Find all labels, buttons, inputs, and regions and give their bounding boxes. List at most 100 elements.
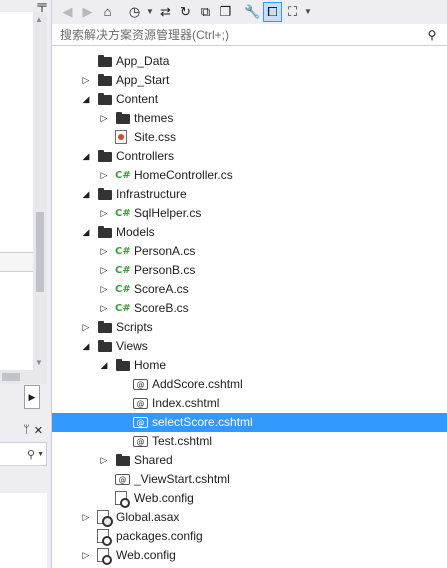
forward-icon[interactable]: ▶ <box>78 2 97 22</box>
pin-icon[interactable]: ᛘ <box>23 424 30 436</box>
collapsed-arrow-icon[interactable]: ▷ <box>98 261 110 280</box>
tree-item-label: SqlHelper.cs <box>134 206 202 220</box>
tree-item[interactable]: Site.css <box>52 128 447 147</box>
chevron-down-icon[interactable]: ▼ <box>37 451 44 458</box>
config-file-icon <box>97 529 112 546</box>
vertical-scrollbar[interactable]: ▲ ▼ <box>33 12 47 370</box>
collapsed-arrow-icon[interactable]: ▷ <box>80 318 92 337</box>
toolbar-separator <box>236 2 242 22</box>
expanded-arrow-icon[interactable]: ◢ <box>80 185 92 204</box>
folder-icon <box>115 111 131 126</box>
tree-item[interactable]: App_Data <box>52 52 447 71</box>
tree-item[interactable]: ◢ Infrastructure <box>52 185 447 204</box>
expanded-arrow-icon[interactable]: ◢ <box>98 356 110 375</box>
collapsed-arrow-icon[interactable]: ▷ <box>98 242 110 261</box>
tree-item[interactable]: @ selectScore.cshtml <box>52 413 447 432</box>
class-diagram-icon[interactable]: ⛶ <box>283 2 302 22</box>
solution-search-bar[interactable]: 搜索解决方案资源管理器(Ctrl+;) ⚲ <box>52 24 447 46</box>
collapsed-arrow-icon[interactable]: ▷ <box>98 280 110 299</box>
scrollbar-thumb[interactable] <box>2 373 20 381</box>
tree-item[interactable]: ▷ C# HomeController.cs <box>52 166 447 185</box>
collapsed-arrow-icon[interactable]: ▷ <box>98 204 110 223</box>
csharp-file-icon: C# <box>115 265 131 276</box>
collapsed-arrow-icon[interactable]: ▷ <box>80 71 92 90</box>
close-icon[interactable]: ✕ <box>34 424 43 437</box>
tree-item[interactable]: ▷ C# SqlHelper.cs <box>52 204 447 223</box>
tree-item-label: Web.config <box>134 491 194 505</box>
tree-item[interactable]: ▷ C# PersonA.cs <box>52 242 447 261</box>
collapsed-arrow-icon[interactable]: ▷ <box>80 508 92 527</box>
tree-item[interactable]: ▷ Scripts <box>52 318 447 337</box>
tree-item-label: ScoreB.cs <box>134 301 189 315</box>
tree-item-label: HomeController.cs <box>134 168 233 182</box>
tree-item[interactable]: ◢ Content <box>52 90 447 109</box>
tree-item-label: Index.cshtml <box>152 396 220 410</box>
scroll-down-icon[interactable]: ▼ <box>35 358 43 367</box>
chevron-down-icon[interactable]: ▼ <box>303 2 313 22</box>
collapsed-arrow-icon[interactable]: ▷ <box>98 299 110 318</box>
history-icon[interactable]: ◷ <box>125 2 144 22</box>
tree-item[interactable]: @ _ViewStart.cshtml <box>52 470 447 489</box>
tree-item[interactable]: @ Test.cshtml <box>52 432 447 451</box>
tree-item[interactable]: ▷ C# PersonB.cs <box>52 261 447 280</box>
tree-item-label: PersonA.cs <box>134 244 196 258</box>
show-all-files-icon[interactable]: ❐ <box>216 2 235 22</box>
tree-item[interactable]: @ Index.cshtml <box>52 394 447 413</box>
tree-item[interactable]: ◢ Home <box>52 356 447 375</box>
expanded-arrow-icon[interactable]: ◢ <box>80 223 92 242</box>
horizontal-scrollbar[interactable] <box>0 370 47 384</box>
expanded-arrow-icon[interactable]: ◢ <box>80 147 92 166</box>
tree-item[interactable]: ◢ Models <box>52 223 447 242</box>
razor-file-icon: @ <box>115 474 130 485</box>
sync-icon[interactable]: ⇄ <box>156 2 175 22</box>
collapsed-arrow-icon[interactable]: ▷ <box>98 109 110 128</box>
tree-item[interactable]: ▷ themes <box>52 109 447 128</box>
tree-item[interactable]: ▷ C# ScoreB.cs <box>52 299 447 318</box>
solution-tree: App_Data ▷ App_Start ◢ Content ▷ themes Site.cs… <box>52 52 447 565</box>
collapsed-arrow-icon[interactable]: ▷ <box>98 451 110 470</box>
solution-explorer: ◀ ▶ ⌂ ◷ ▼ ⇄ ↻ ⧉ ❐ 🔧 ⧠ ⛶ ▼ 搜索解决方案资源管理器(Ct… <box>52 0 447 568</box>
panel-divider <box>0 252 33 272</box>
tree-item[interactable]: ◢ Controllers <box>52 147 447 166</box>
search-icon[interactable]: ⚲ <box>27 448 35 461</box>
tree-item-label: Models <box>116 225 155 239</box>
tree-item-label: Content <box>116 92 159 106</box>
tree-item[interactable]: ▷ C# ScoreA.cs <box>52 280 447 299</box>
pin-icon[interactable]: ╤ <box>33 0 51 12</box>
razor-file-icon: @ <box>133 436 148 447</box>
tree-item[interactable]: @ AddScore.cshtml <box>52 375 447 394</box>
solution-explorer-toolbar: ◀ ▶ ⌂ ◷ ▼ ⇄ ↻ ⧉ ❐ 🔧 ⧠ ⛶ ▼ <box>52 0 447 24</box>
search-icon[interactable]: ⚲ <box>425 28 439 42</box>
csharp-file-icon: C# <box>115 303 131 314</box>
tree-item[interactable]: ▷ Web.config <box>52 546 447 565</box>
preview-icon[interactable]: ⧠ <box>263 2 282 22</box>
tree-item-label: _ViewStart.cshtml <box>134 472 230 486</box>
tree-item[interactable]: ▷ App_Start <box>52 71 447 90</box>
search-input[interactable]: 搜索解决方案资源管理器(Ctrl+;) <box>60 26 425 43</box>
tree-item[interactable]: Web.config <box>52 489 447 508</box>
expanded-arrow-icon[interactable]: ◢ <box>80 337 92 356</box>
tree-item[interactable]: ▷ Global.asax <box>52 508 447 527</box>
collapse-all-icon[interactable]: ⧉ <box>196 2 215 22</box>
folder-icon <box>97 73 113 88</box>
chevron-down-icon[interactable]: ▼ <box>145 2 155 22</box>
scroll-up-icon[interactable]: ▲ <box>35 15 43 24</box>
tree-item[interactable]: ◢ Views <box>52 337 447 356</box>
collapsed-arrow-icon[interactable]: ▷ <box>80 546 92 565</box>
tree-item[interactable]: ▷ Shared <box>52 451 447 470</box>
csharp-file-icon: C# <box>115 170 131 181</box>
tree-item-label: themes <box>134 111 174 125</box>
scrollbar-thumb[interactable] <box>36 212 44 292</box>
back-icon[interactable]: ◀ <box>58 2 77 22</box>
properties-icon[interactable]: 🔧 <box>243 2 262 22</box>
left-search-box[interactable]: ⚲ ▼ <box>0 442 47 466</box>
home-icon[interactable]: ⌂ <box>98 2 117 22</box>
navigate-right-button[interactable]: ▶ <box>24 385 40 409</box>
collapsed-arrow-icon[interactable]: ▷ <box>98 166 110 185</box>
config-file-icon <box>115 491 130 508</box>
refresh-icon[interactable]: ↻ <box>176 2 195 22</box>
expanded-arrow-icon[interactable]: ◢ <box>80 90 92 109</box>
tree-item[interactable]: packages.config <box>52 527 447 546</box>
folder-open-icon <box>97 92 113 107</box>
tool-window-content <box>0 493 47 568</box>
